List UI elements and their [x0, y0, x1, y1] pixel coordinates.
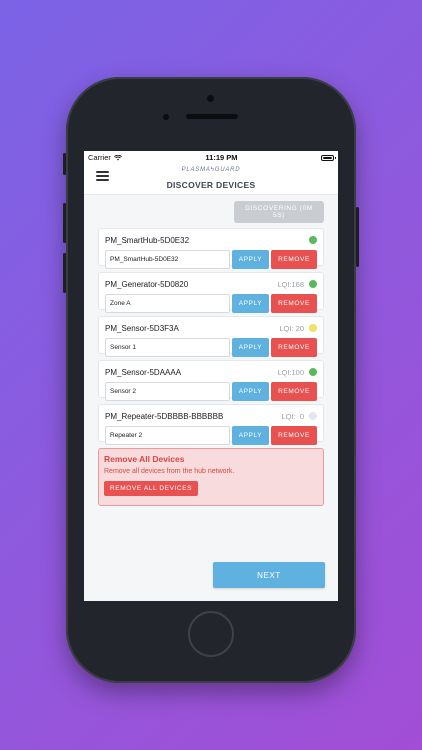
status-dot-icon	[309, 368, 317, 376]
earpiece-speaker	[186, 114, 238, 119]
device-card: PM_Repeater-5DBBBB-BBBBBB LQI: 0 APPLY R…	[98, 404, 324, 445]
clock: 11:19 PM	[205, 153, 238, 162]
remove-button[interactable]: REMOVE	[271, 426, 317, 445]
volume-down-button	[63, 253, 66, 293]
remove-all-button[interactable]: REMOVE ALL DEVICES	[104, 481, 199, 496]
remove-all-title: Remove All Devices	[104, 454, 185, 464]
device-name: PM_Sensor-5DAAAA	[105, 367, 182, 377]
lqi-value: LQI:100	[277, 367, 304, 377]
device-card: PM_Generator-5D0820 LQI:168 APPLY REMOVE	[98, 272, 324, 313]
remove-all-panel: Remove All Devices Remove all devices fr…	[98, 448, 324, 506]
status-dot-icon	[309, 236, 317, 244]
next-button[interactable]: NEXT	[213, 562, 325, 588]
carrier-label: Carrier	[88, 153, 111, 162]
lqi-value: LQI: 20	[279, 323, 304, 333]
lqi-value: LQI:168	[277, 279, 304, 289]
device-name: PM_Generator-5D0820	[105, 279, 189, 289]
device-name-input[interactable]	[105, 250, 230, 269]
app-logo: PLASMAϟGUARD	[181, 167, 241, 173]
page-title: DISCOVER DEVICES	[166, 180, 256, 190]
status-bar: Carrier 11:19 PM	[84, 151, 338, 164]
apply-button[interactable]: APPLY	[232, 250, 269, 269]
remove-all-description: Remove all devices from the hub network.	[104, 468, 235, 475]
volume-up-button	[63, 203, 66, 243]
apply-button[interactable]: APPLY	[232, 294, 269, 313]
power-button	[356, 207, 359, 267]
device-name-input[interactable]	[105, 338, 230, 357]
front-camera	[163, 114, 169, 120]
app-header: PLASMAϟGUARD DISCOVER DEVICES	[84, 164, 338, 195]
device-card: PM_SmartHub-5D0E32 APPLY REMOVE	[98, 228, 324, 269]
device-list: PM_SmartHub-5D0E32 APPLY REMOVE PM_Gener…	[84, 223, 338, 445]
apply-button[interactable]: APPLY	[232, 426, 269, 445]
apply-button[interactable]: APPLY	[232, 338, 269, 357]
apply-button[interactable]: APPLY	[232, 382, 269, 401]
discovering-button[interactable]: DISCOVERING (0M 5S)	[234, 201, 324, 223]
remove-button[interactable]: REMOVE	[271, 250, 317, 269]
remove-button[interactable]: REMOVE	[271, 338, 317, 357]
proximity-sensor	[207, 95, 214, 102]
home-button[interactable]	[188, 611, 234, 657]
device-name: PM_SmartHub-5D0E32	[105, 235, 190, 245]
device-name-input[interactable]	[105, 426, 230, 445]
lqi-value: LQI: 0	[281, 411, 304, 421]
status-dot-icon	[309, 280, 317, 288]
app-screen: Carrier 11:19 PM PLASMAϟGUARD DISCOVER D…	[84, 151, 338, 601]
device-name: PM_Sensor-5D3F3A	[105, 323, 179, 333]
device-name-input[interactable]	[105, 294, 230, 313]
remove-button[interactable]: REMOVE	[271, 294, 317, 313]
device-name: PM_Repeater-5DBBBB-BBBBBB	[105, 411, 224, 421]
device-card: PM_Sensor-5DAAAA LQI:100 APPLY REMOVE	[98, 360, 324, 401]
mute-switch	[63, 153, 66, 175]
remove-button[interactable]: REMOVE	[271, 382, 317, 401]
status-dot-icon	[309, 412, 317, 420]
wifi-icon	[113, 154, 122, 160]
status-dot-icon	[309, 324, 317, 332]
device-card: PM_Sensor-5D3F3A LQI: 20 APPLY REMOVE	[98, 316, 324, 357]
device-name-input[interactable]	[105, 382, 230, 401]
battery-icon	[321, 154, 336, 161]
